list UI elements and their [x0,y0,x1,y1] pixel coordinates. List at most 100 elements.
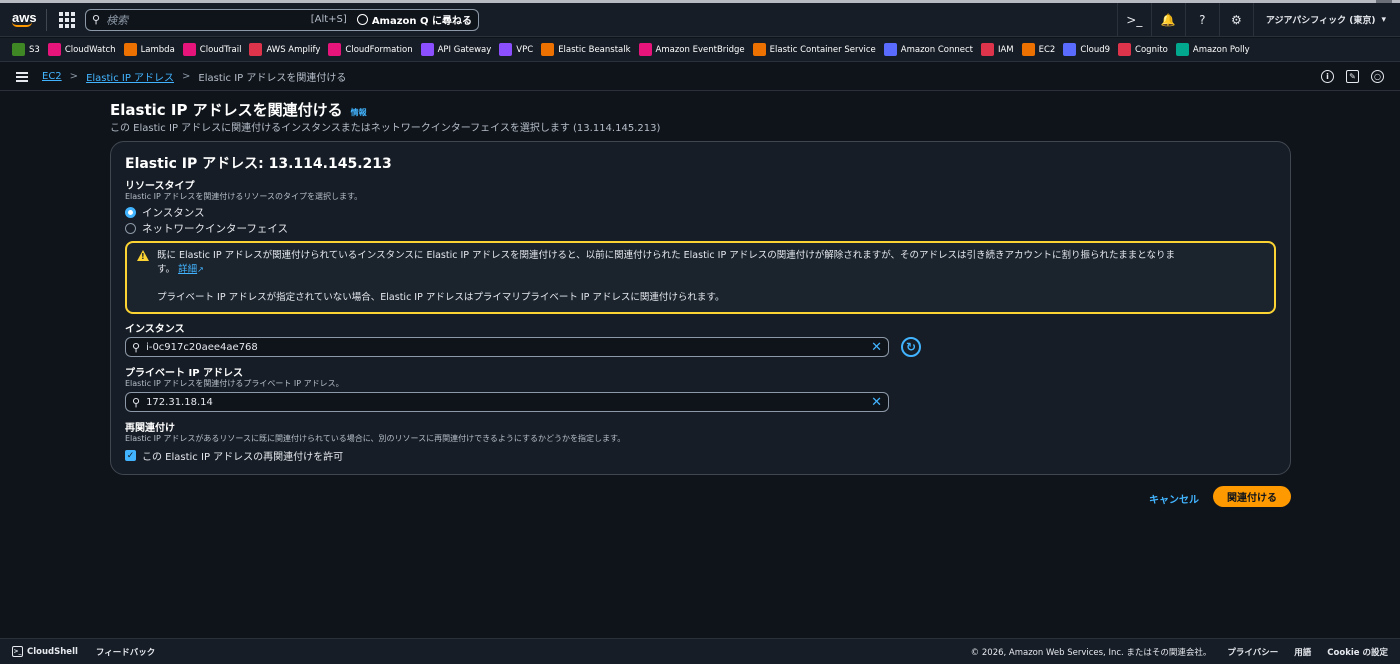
favorite-amazon-connect[interactable]: Amazon Connect [883,43,973,56]
service-icon [1118,43,1132,56]
favorite-label: Cognito [1135,44,1168,55]
favorite-cloudtrail[interactable]: CloudTrail [182,43,241,56]
cancel-button[interactable]: キャンセル [1143,489,1205,507]
service-icon [541,43,555,56]
private-ip-field[interactable]: ⚲ 172.31.18.14 ✕ [125,392,889,412]
service-icon [420,43,434,56]
feedback-icon[interactable]: ✎ [1346,70,1359,83]
nav-right: >_ 🔔 ? ⚙ アジアパシフィック (東京) ▾ [1116,3,1400,36]
favorite-vpc[interactable]: VPC [499,43,533,56]
chevron-right-icon: > [69,71,79,82]
reassociation-description: Elastic IP アドレスがあるリソースに既に関連付けられている場合に、別の… [125,434,626,443]
allow-reassociation-checkbox[interactable]: ✓ この Elastic IP アドレスの再関連付けを許可 [125,448,343,463]
menu-icon[interactable] [16,71,28,82]
page-description: この Elastic IP アドレスに関連付けるインスタンスまたはネットワークイ… [110,123,661,134]
favorite-aws-amplify[interactable]: AWS Amplify [249,43,320,56]
copyright: © 2026, Amazon Web Services, Inc. またはその関… [970,647,1212,658]
radio-network-interface[interactable]: ネットワークインターフェイス [125,221,288,236]
favorite-label: Elastic Beanstalk [558,44,631,55]
cloudshell-label: CloudShell [27,646,78,657]
resource-type-description: Elastic IP アドレスを関連付けるリソースのタイプを選択します。 [125,192,363,201]
region-selector[interactable]: アジアパシフィック (東京) ▾ [1252,3,1400,36]
favorite-label: EC2 [1038,44,1056,55]
clear-icon[interactable]: ✕ [871,395,882,410]
service-icon [12,43,25,56]
favorite-cloudwatch[interactable]: CloudWatch [47,43,116,56]
amazon-q-label: Amazon Q に尋ねる [371,16,472,27]
privacy-link[interactable]: プライバシー [1227,646,1278,658]
service-icon [752,43,766,56]
breadcrumb-ec2[interactable]: EC2 [42,71,62,82]
amazon-q-icon [356,14,368,25]
service-icon [47,43,61,56]
favorite-label: AWS Amplify [266,44,321,55]
clear-icon[interactable]: ✕ [871,340,882,355]
favorite-iam[interactable]: IAM [980,43,1014,56]
favorite-s3[interactable]: S3 [12,43,40,56]
services-menu-icon[interactable] [57,10,77,30]
alert-text-1b: す。 [157,264,176,275]
checkmark-icon: ✓ [125,450,136,461]
favorite-cloudformation[interactable]: CloudFormation [328,43,413,56]
favorite-amazon-eventbridge[interactable]: Amazon EventBridge [638,43,745,56]
region-label: アジアパシフィック (東京) [1265,16,1376,26]
favorites-bar: S3 CloudWatch Lambda CloudTrail AWS Amplify C… [0,38,1400,62]
alert-paragraph-2: プライベート IP アドレスが指定されていない場合、Elastic IP アドレ… [157,292,725,303]
service-icon [638,43,652,56]
cookie-settings-link[interactable]: Cookie の設定 [1327,646,1388,658]
gear-icon[interactable]: ⚙ [1218,3,1253,36]
allow-reassociation-label: この Elastic IP アドレスの再関連付けを許可 [142,452,344,463]
settings-icon[interactable]: ○ [1371,70,1384,83]
favorite-amazon-polly[interactable]: Amazon Polly [1175,43,1250,56]
radio-selected-icon [125,207,136,218]
favorite-elastic-container-service[interactable]: Elastic Container Service [752,43,876,56]
service-icon [1021,43,1035,56]
external-link-icon: ↗ [197,265,204,274]
favorite-label: VPC [516,44,534,55]
favorite-elastic-beanstalk[interactable]: Elastic Beanstalk [541,43,631,56]
bell-icon[interactable]: 🔔 [1150,3,1185,36]
feedback-link[interactable]: フィードバック [96,646,155,658]
refresh-icon[interactable]: ↻ [901,337,921,357]
favorite-api-gateway[interactable]: API Gateway [420,43,491,56]
private-ip-value: 172.31.18.14 [146,396,213,408]
service-icon [328,43,342,56]
breadcrumb-current: Elastic IP アドレスを関連付ける [198,73,347,84]
favorite-cognito[interactable]: Cognito [1118,43,1168,56]
service-icon [182,43,196,56]
footer-right: © 2026, Amazon Web Services, Inc. またはその関… [971,646,1388,658]
help-icon[interactable]: ? [1184,3,1219,36]
amazon-q-button[interactable]: Amazon Q に尋ねる [356,12,472,27]
terms-link[interactable]: 用語 [1294,646,1311,658]
search-icon: ⚲ [132,395,141,409]
top-navigation: aws ⚲ 検索 [Alt+S] Amazon Q に尋ねる >_ 🔔 ? ⚙ … [0,3,1400,37]
private-ip-label: プライベート IP アドレス [125,368,244,379]
resource-type-label: リソースタイプ [125,181,195,192]
info-link[interactable]: 情報 [351,107,367,118]
panel-title: Elastic IP アドレス: 13.114.145.213 [125,156,392,172]
favorite-label: Amazon Connect [900,44,973,55]
favorite-label: Elastic Container Service [769,44,876,55]
cloudshell-button[interactable]: >_ CloudShell [12,646,78,657]
search-shortcut: [Alt+S] [310,14,347,25]
instance-label: インスタンス [125,324,185,335]
learn-more-link[interactable]: 詳細 [178,264,197,275]
alert-paragraph-1: 既に Elastic IP アドレスが関連付けられているインスタンスに Elas… [157,249,1264,277]
breadcrumb-eip[interactable]: Elastic IP アドレス [86,69,174,84]
search-input[interactable]: ⚲ 検索 [Alt+S] Amazon Q に尋ねる [85,8,479,31]
associate-button[interactable]: 関連付ける [1213,486,1291,507]
breadcrumb-bar: EC2 > Elastic IP アドレス > Elastic IP アドレスを… [0,63,1400,91]
instance-field[interactable]: ⚲ i-0c917c20aee4ae768 ✕ [125,337,889,357]
aws-logo[interactable]: aws [12,11,37,27]
search-placeholder: 検索 [106,13,129,27]
favorite-label: Lambda [140,44,175,55]
search-icon: ⚲ [132,340,141,354]
radio-instance[interactable]: インスタンス [125,205,205,220]
favorite-lambda[interactable]: Lambda [123,43,175,56]
favorite-ec2[interactable]: EC2 [1021,43,1056,56]
page-title: Elastic IP アドレスを関連付ける 情報 [110,99,367,120]
cloudshell-icon[interactable]: >_ [1116,3,1151,36]
info-icon[interactable]: i [1321,70,1334,83]
favorite-cloud9[interactable]: Cloud9 [1063,43,1110,56]
service-icon [1063,43,1077,56]
